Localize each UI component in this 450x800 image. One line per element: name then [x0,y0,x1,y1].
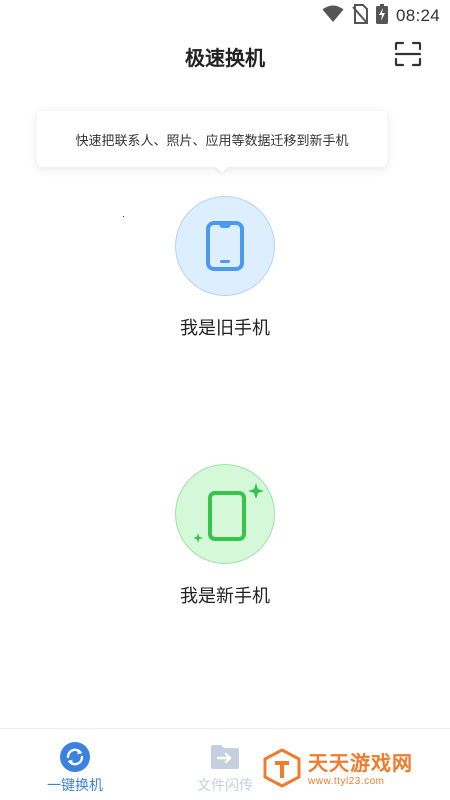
sync-icon [59,741,91,773]
watermark-logo-icon [262,748,302,792]
tip-card: 快速把联系人、照片、应用等数据迁移到新手机 [37,111,387,167]
old-phone-circle [175,196,275,296]
old-phone-label: 我是旧手机 [180,318,270,339]
wifi-icon [322,5,344,27]
nav-item-one-click-switch[interactable]: 一键换机 [0,729,150,800]
nav-label-one-click-switch: 一键换机 [47,778,103,794]
status-bar: 08:24 [0,0,450,32]
no-sim-icon [352,4,368,28]
new-phone-option[interactable]: 我是新手机 [0,464,450,614]
status-time: 08:24 [395,6,440,25]
tip-arrow [215,166,229,173]
scan-icon [394,41,422,71]
watermark-url: www.ttyl23.com [308,776,385,787]
new-phone-sparkle-icon [193,483,264,553]
status-icons: 08:24 [322,4,440,28]
new-phone-label: 我是新手机 [180,586,270,607]
watermark-text: 天天游戏网 www.ttyl23.com [308,753,413,787]
file-transfer-icon [209,741,241,773]
battery-charging-icon [375,4,388,28]
header: 极速换机 [0,32,450,80]
watermark-title: 天天游戏网 [308,751,413,775]
old-phone-option[interactable]: 我是旧手机 [0,196,450,346]
phone-icon [205,221,245,275]
tip-text: 快速把联系人、照片、应用等数据迁移到新手机 [75,133,349,149]
scan-button[interactable] [392,40,424,72]
page-title: 极速换机 [185,46,265,70]
new-phone-circle [175,464,275,564]
watermark: 天天游戏网 www.ttyl23.com [262,748,448,792]
